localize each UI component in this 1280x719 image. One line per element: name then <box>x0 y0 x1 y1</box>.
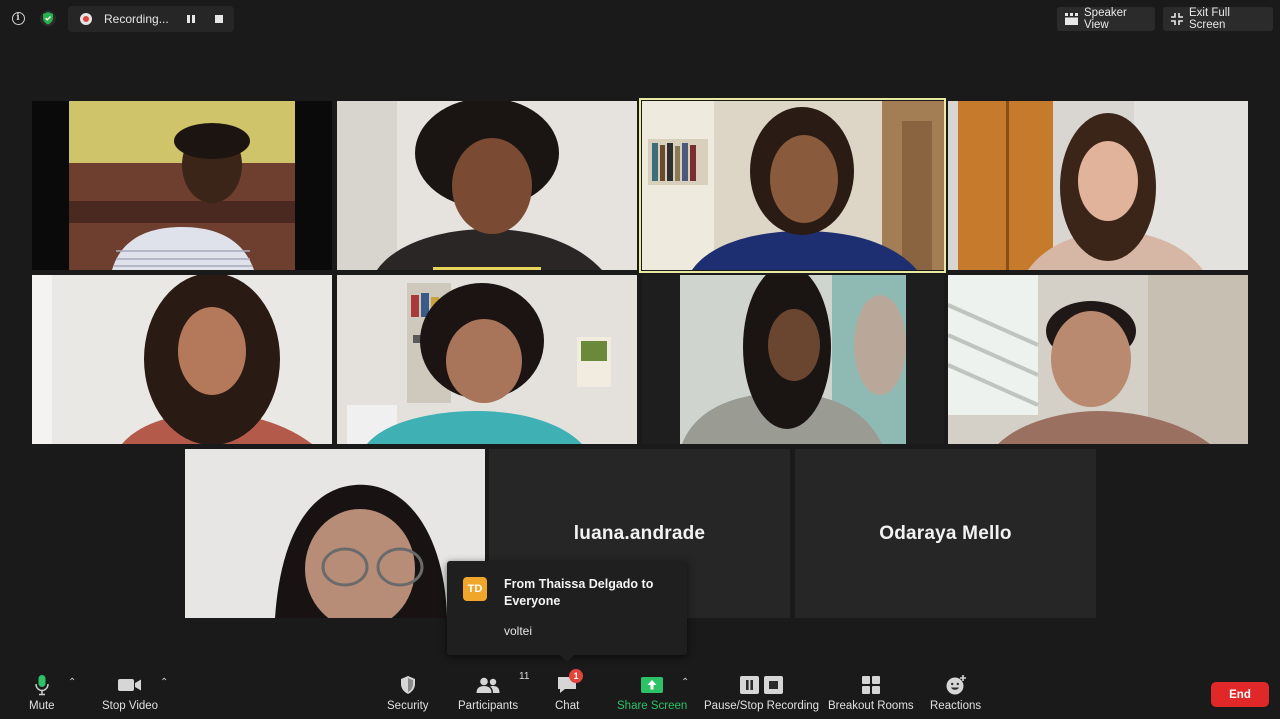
mute-label: Mute <box>29 700 55 712</box>
breakout-rooms-button[interactable]: Breakout Rooms <box>828 672 914 712</box>
speaker-view-label: Speaker View <box>1084 7 1127 31</box>
pause-stop-recording-button[interactable]: Pause/Stop Recording <box>704 672 819 712</box>
exit-fullscreen-icon <box>1171 13 1183 25</box>
mute-button[interactable]: Mute <box>29 672 55 712</box>
participant-name: luana.andrade <box>573 522 706 544</box>
stop-video-label: Stop Video <box>102 700 159 712</box>
encryption-shield-icon[interactable] <box>38 8 58 28</box>
reactions-button[interactable]: Reactions <box>930 672 981 712</box>
participants-icon: 11 <box>476 671 529 698</box>
participant-video-tile[interactable] <box>32 101 332 270</box>
speaker-view-icon <box>1065 13 1078 25</box>
security-label: Security <box>387 700 429 712</box>
stop-recording-button[interactable] <box>208 8 230 30</box>
meeting-info-icon[interactable]: i <box>8 8 28 28</box>
stop-icon <box>215 15 223 23</box>
exit-fullscreen-label: Exit Full Screen <box>1189 7 1230 31</box>
pause-recording-button[interactable] <box>180 8 202 30</box>
video-camera-icon <box>118 672 142 698</box>
avatar: TD <box>463 577 487 601</box>
participant-video-tile[interactable] <box>185 449 485 618</box>
participant-video-tile[interactable] <box>32 275 332 444</box>
breakout-rooms-label: Breakout Rooms <box>828 700 914 712</box>
chat-label: Chat <box>555 700 580 712</box>
chat-button[interactable]: 1 Chat <box>555 669 584 712</box>
security-button[interactable]: Security <box>387 672 429 712</box>
chat-message: voltei <box>504 624 533 638</box>
recording-controls-icon <box>739 672 785 698</box>
participant-video-tile[interactable] <box>642 275 944 444</box>
share-screen-icon <box>640 672 664 698</box>
participants-label: Participants <box>458 700 519 712</box>
pause-stop-recording-label: Pause/Stop Recording <box>704 700 820 712</box>
participants-button[interactable]: 11 Participants <box>458 671 529 712</box>
chat-sender: From Thaissa Delgado to Everyone <box>504 577 654 608</box>
smiley-add-icon <box>945 672 967 698</box>
pause-icon <box>187 15 195 23</box>
end-meeting-button[interactable]: End <box>1211 682 1269 707</box>
breakout-rooms-icon <box>861 672 881 698</box>
chat-notification-popup[interactable]: TD From Thaissa Delgado to Everyone volt… <box>447 561 687 662</box>
speaker-view-button[interactable]: Speaker View <box>1057 7 1155 31</box>
recording-indicator: Recording... <box>68 6 234 32</box>
participant-name-tile[interactable]: Odaraya Mello <box>795 449 1096 618</box>
participants-count: 11 <box>519 671 530 682</box>
share-screen-label: Share Screen <box>617 700 688 712</box>
recording-label: Recording... <box>104 12 169 26</box>
audio-options-chevron-up-icon[interactable]: ⌃ <box>68 677 76 688</box>
recording-dot-icon <box>80 13 92 25</box>
exit-fullscreen-button[interactable]: Exit Full Screen <box>1163 7 1273 31</box>
microphone-icon <box>35 672 49 698</box>
share-screen-button[interactable]: Share Screen <box>617 672 687 712</box>
participant-video-tile[interactable] <box>948 101 1248 270</box>
meeting-controls-toolbar: Mute ⌃ Stop Video ⌃ Security 11 Particip… <box>0 662 1280 719</box>
participant-video-tile[interactable] <box>948 275 1248 444</box>
participant-name: Odaraya Mello <box>879 522 1012 544</box>
participant-video-tile[interactable] <box>337 101 637 270</box>
chat-bubble-icon: 1 <box>556 669 584 698</box>
video-options-chevron-up-icon[interactable]: ⌃ <box>160 677 168 688</box>
participant-video-tile[interactable] <box>642 101 944 270</box>
stop-video-button[interactable]: Stop Video <box>102 672 158 712</box>
participant-video-tile[interactable] <box>337 275 637 444</box>
reactions-label: Reactions <box>930 700 982 712</box>
share-options-chevron-up-icon[interactable]: ⌃ <box>681 677 689 688</box>
shield-icon <box>399 672 417 698</box>
meeting-top-bar: i Recording... Speaker View Exit Full Sc… <box>0 0 1280 38</box>
unread-badge: 1 <box>569 669 584 683</box>
